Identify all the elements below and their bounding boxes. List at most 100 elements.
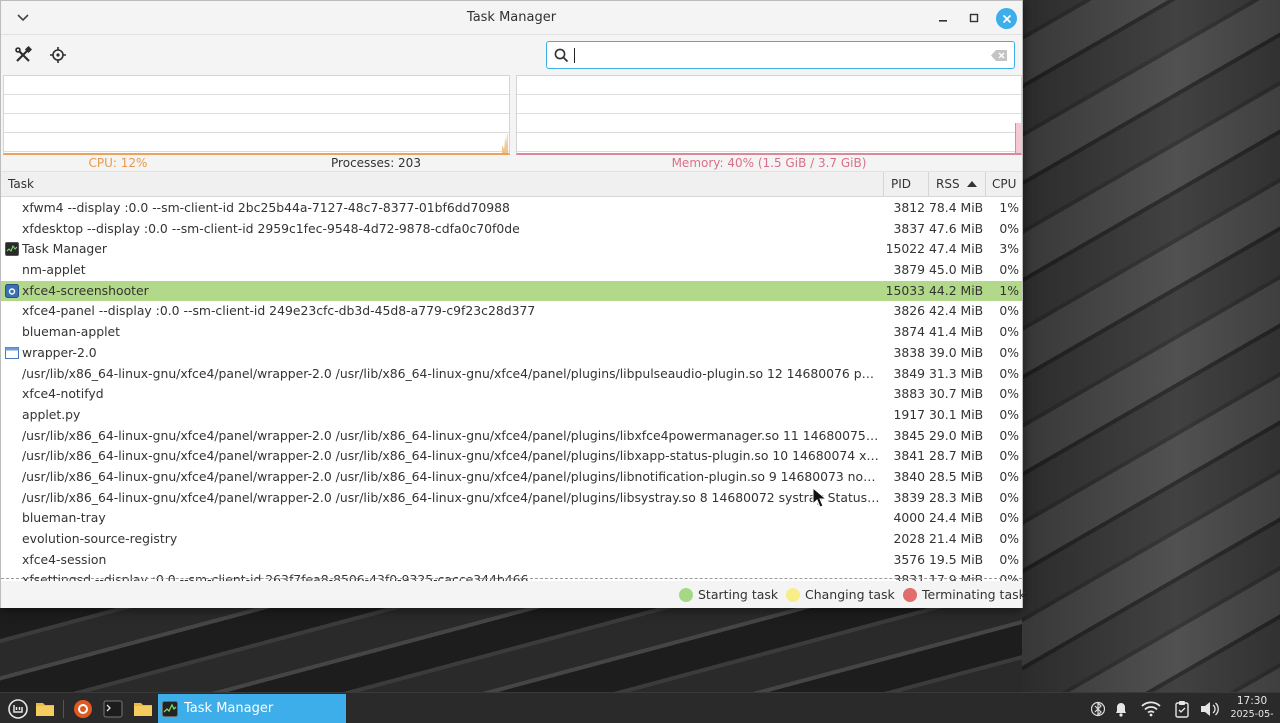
select-window-button[interactable] bbox=[45, 43, 71, 67]
file-manager-launcher[interactable] bbox=[131, 697, 155, 721]
table-row[interactable]: /usr/lib/x86_64-linux-gnu/xfce4/panel/wr… bbox=[1, 364, 1022, 385]
table-bottom-divider bbox=[1, 578, 1022, 579]
search-input[interactable] bbox=[573, 46, 973, 66]
search-field[interactable] bbox=[546, 41, 1015, 69]
starting-task-dot bbox=[679, 588, 693, 602]
files-launcher[interactable] bbox=[33, 697, 57, 721]
table-row[interactable]: applet.py 1917 30.1 MiB 0% bbox=[1, 405, 1022, 426]
task-name: /usr/lib/x86_64-linux-gnu/xfce4/panel/wr… bbox=[22, 489, 880, 505]
column-header-rss-label: RSS bbox=[936, 177, 960, 191]
cpu-cell: 1% bbox=[999, 282, 1019, 298]
taskbar-task-manager[interactable]: Task Manager bbox=[158, 694, 346, 723]
table-row[interactable]: /usr/lib/x86_64-linux-gnu/xfce4/panel/wr… bbox=[1, 467, 1022, 488]
cpu-cell: 0% bbox=[999, 365, 1019, 381]
table-row[interactable]: blueman-tray 4000 24.4 MiB 0% bbox=[1, 508, 1022, 529]
rss-cell: 45.0 MiB bbox=[929, 262, 984, 278]
clipboard-tray[interactable] bbox=[1170, 697, 1194, 721]
memory-graph-line bbox=[1015, 123, 1021, 153]
clipboard-icon bbox=[1175, 701, 1189, 718]
network-tray[interactable] bbox=[1139, 697, 1163, 721]
table-row[interactable]: /usr/lib/x86_64-linux-gnu/xfce4/panel/wr… bbox=[1, 446, 1022, 467]
rss-cell: 47.6 MiB bbox=[929, 220, 984, 236]
notifications-tray[interactable] bbox=[1109, 697, 1133, 721]
column-header-pid[interactable]: PID bbox=[884, 172, 929, 197]
table-row[interactable]: /usr/lib/x86_64-linux-gnu/xfce4/panel/wr… bbox=[1, 488, 1022, 509]
settings-button[interactable] bbox=[10, 43, 36, 67]
rss-cell: 30.1 MiB bbox=[929, 406, 984, 422]
minimize-button[interactable] bbox=[933, 8, 953, 28]
task-name: xfce4-notifyd bbox=[22, 386, 104, 402]
cpu-graph-line bbox=[502, 133, 508, 153]
cpu-cell: 0% bbox=[999, 303, 1019, 319]
column-header-task[interactable]: Task bbox=[1, 172, 884, 197]
screenshooter-icon bbox=[5, 283, 19, 298]
terminal-icon bbox=[103, 700, 123, 718]
pid-cell: 4000 bbox=[893, 510, 925, 526]
table-row[interactable]: xfsettingsd --display :0.0 --sm-client-i… bbox=[1, 570, 1022, 581]
tools-icon bbox=[15, 46, 32, 62]
title-bar[interactable]: Task Manager bbox=[1, 1, 1022, 35]
table-row[interactable]: xfce4-notifyd 3883 30.7 MiB 0% bbox=[1, 384, 1022, 405]
changing-task-dot bbox=[786, 588, 800, 602]
pid-cell: 3874 bbox=[893, 324, 925, 340]
folder-icon bbox=[134, 703, 152, 716]
cpu-cell: 0% bbox=[999, 551, 1019, 567]
table-row[interactable]: xfwm4 --display :0.0 --sm-client-id 2bc2… bbox=[1, 198, 1022, 219]
toolbar bbox=[1, 35, 1022, 75]
maximize-button[interactable] bbox=[964, 8, 984, 28]
task-name: xfce4-panel --display :0.0 --sm-client-i… bbox=[22, 303, 536, 319]
task-name: xfwm4 --display :0.0 --sm-client-id 2bc2… bbox=[22, 200, 510, 215]
legend-label: Terminating task bbox=[922, 587, 1026, 602]
task-name: /usr/lib/x86_64-linux-gnu/xfce4/panel/wr… bbox=[22, 468, 880, 484]
rss-cell: 29.0 MiB bbox=[929, 427, 984, 443]
table-row[interactable]: nm-applet 3879 45.0 MiB 0% bbox=[1, 260, 1022, 281]
legend-label: Changing task bbox=[805, 587, 895, 602]
rss-cell: 44.2 MiB bbox=[929, 282, 984, 298]
browser-launcher[interactable] bbox=[71, 697, 95, 721]
wifi-icon bbox=[1141, 701, 1161, 717]
start-menu-button[interactable] bbox=[6, 697, 30, 721]
window-title: Task Manager bbox=[466, 10, 557, 25]
close-button[interactable] bbox=[996, 8, 1017, 29]
table-row[interactable]: wrapper-2.0 3838 39.0 MiB 0% bbox=[1, 343, 1022, 364]
bell-icon bbox=[1116, 703, 1126, 717]
pid-cell: 3831 bbox=[893, 572, 925, 581]
desktop-shade-lower bbox=[0, 608, 1022, 692]
process-table[interactable]: Task PID RSS CPU xfwm4 --display :0.0 --… bbox=[1, 171, 1022, 581]
table-row[interactable]: xfce4-session 3576 19.5 MiB 0% bbox=[1, 550, 1022, 571]
pid-cell: 2028 bbox=[893, 531, 925, 546]
legend-bar: Starting task Changing task Terminating … bbox=[1, 581, 1026, 608]
table-row[interactable]: blueman-applet 3874 41.4 MiB 0% bbox=[1, 322, 1022, 343]
pid-cell: 3839 bbox=[893, 489, 925, 505]
bluetooth-tray[interactable] bbox=[1086, 697, 1110, 721]
terminal-launcher[interactable] bbox=[101, 697, 125, 721]
table-row[interactable]: Task Manager 15022 47.4 MiB 3% bbox=[1, 239, 1022, 260]
task-name: Task Manager bbox=[22, 241, 107, 257]
clear-search-icon[interactable] bbox=[991, 50, 1007, 61]
clock[interactable]: 17:30 2025-05-28 bbox=[1226, 695, 1278, 723]
maximize-icon bbox=[969, 13, 979, 23]
pid-cell: 3576 bbox=[893, 551, 925, 567]
table-row[interactable]: xfdesktop --display :0.0 --sm-client-id … bbox=[1, 219, 1022, 240]
cpu-cell: 0% bbox=[999, 531, 1019, 546]
rss-cell: 39.0 MiB bbox=[929, 344, 984, 360]
pid-cell: 3883 bbox=[893, 386, 925, 402]
column-header-rss[interactable]: RSS bbox=[929, 172, 986, 197]
table-row[interactable]: xfce4-panel --display :0.0 --sm-client-i… bbox=[1, 301, 1022, 322]
table-row[interactable]: /usr/lib/x86_64-linux-gnu/xfce4/panel/wr… bbox=[1, 426, 1022, 447]
volume-tray[interactable] bbox=[1198, 697, 1222, 721]
task-manager-icon bbox=[162, 701, 178, 717]
pid-cell: 3879 bbox=[893, 262, 925, 278]
pid-cell: 15022 bbox=[885, 241, 925, 257]
table-header: Task PID RSS CPU bbox=[1, 171, 1022, 197]
task-name: /usr/lib/x86_64-linux-gnu/xfce4/panel/wr… bbox=[22, 365, 880, 381]
table-row[interactable]: xfce4-screenshooter 15033 44.2 MiB 1% bbox=[1, 280, 1022, 302]
task-name: xfdesktop --display :0.0 --sm-client-id … bbox=[22, 220, 520, 236]
column-header-cpu[interactable]: CPU bbox=[986, 172, 1022, 197]
task-name: xfsettingsd --display :0.0 --sm-client-i… bbox=[22, 572, 529, 581]
cpu-cell: 1% bbox=[999, 200, 1019, 215]
rss-cell: 30.7 MiB bbox=[929, 386, 984, 402]
table-row[interactable]: evolution-source-registry 2028 21.4 MiB 0% bbox=[1, 529, 1022, 550]
cpu-cell: 0% bbox=[999, 386, 1019, 402]
task-name: blueman-applet bbox=[22, 324, 121, 340]
